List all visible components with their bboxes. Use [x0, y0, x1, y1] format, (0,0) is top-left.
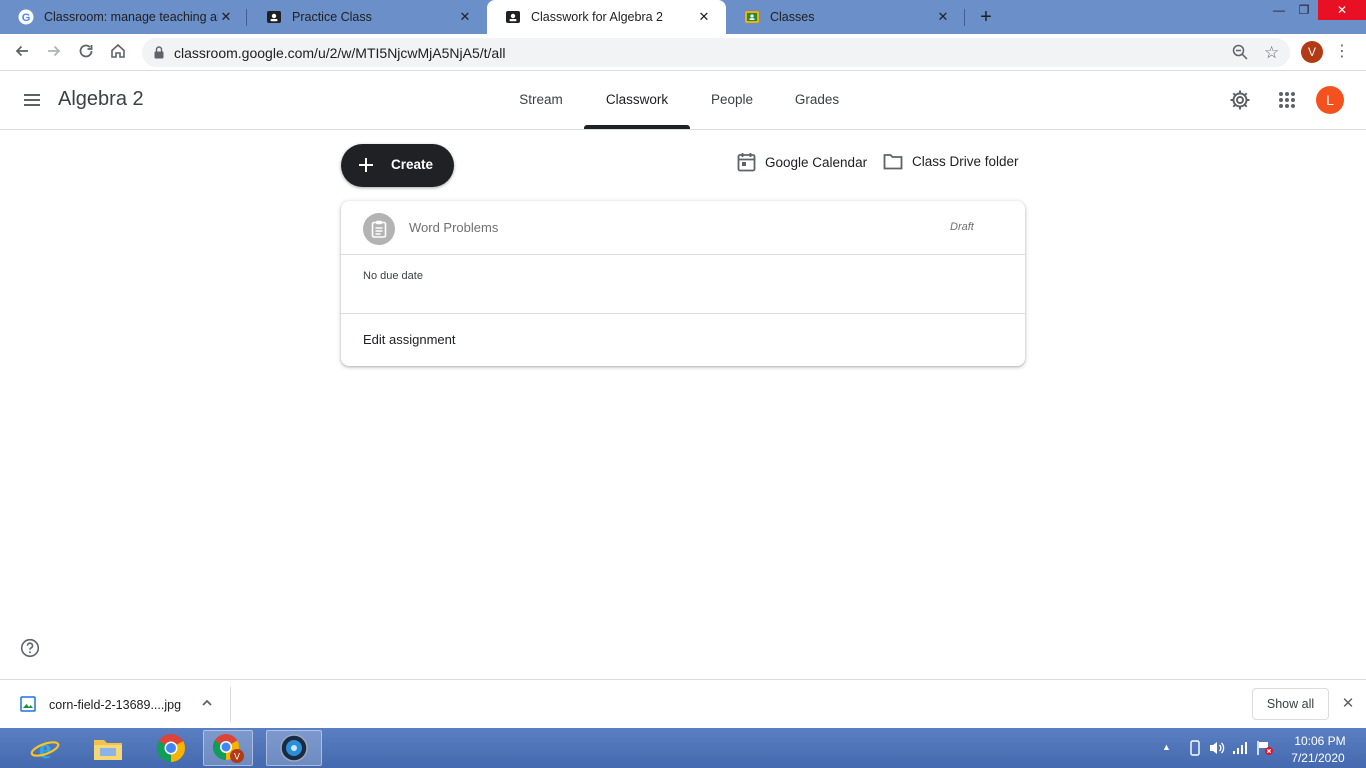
classroom-logo-icon: [744, 9, 760, 25]
tab-divider: [964, 9, 965, 26]
tab-people[interactable]: People: [698, 71, 766, 129]
zoom-magnifier-icon[interactable]: [1232, 44, 1248, 65]
chrome-icon[interactable]: [146, 730, 196, 766]
create-button-label: Create: [391, 157, 434, 172]
close-tab-icon[interactable]: ✕: [935, 9, 951, 25]
class-drive-folder-label: Class Drive folder: [912, 153, 1019, 169]
browser-profile-avatar[interactable]: V: [1301, 41, 1323, 63]
browser-tab-strip: G Classroom: manage teaching and ✕ Pract…: [0, 0, 1366, 34]
calendar-icon: [737, 153, 756, 172]
hamburger-menu-icon[interactable]: [22, 90, 42, 115]
downloads-bar: corn-field-2-13689....jpg Show all ✕: [0, 679, 1366, 728]
back-arrow-icon[interactable]: [12, 42, 32, 62]
google-calendar-label: Google Calendar: [765, 154, 868, 170]
browser-tab-title: Practice Class: [292, 10, 372, 24]
browser-tab-classwork[interactable]: Classwork for Algebra 2 ✕: [487, 0, 726, 34]
tab-classwork[interactable]: Classwork: [584, 71, 690, 129]
new-tab-button[interactable]: +: [976, 7, 996, 27]
create-button[interactable]: Create: [341, 144, 454, 187]
google-g-icon: G: [18, 9, 34, 25]
network-signal-icon[interactable]: [1232, 740, 1248, 761]
assignment-title: Word Problems: [409, 220, 499, 235]
class-drive-folder-link[interactable]: Class Drive folder: [883, 152, 1019, 170]
class-title[interactable]: Algebra 2: [58, 88, 144, 111]
download-file-name[interactable]: corn-field-2-13689....jpg: [49, 698, 181, 712]
classroom-badge-icon: [266, 9, 282, 25]
google-calendar-link[interactable]: Google Calendar: [737, 152, 867, 172]
assignment-card: Word Problems Draft No due date Edit ass…: [341, 201, 1025, 366]
browser-tab-classes[interactable]: Classes ✕: [726, 0, 965, 34]
restore-window-button[interactable]: ❐: [1293, 0, 1315, 20]
show-all-button[interactable]: Show all: [1252, 688, 1329, 720]
address-bar[interactable]: classroom.google.com/u/2/w/MTI5NjcwMjA5N…: [142, 38, 1290, 67]
svg-text:G: G: [22, 12, 31, 24]
chevron-up-icon[interactable]: [200, 696, 214, 715]
close-tab-icon[interactable]: ✕: [457, 9, 473, 25]
assignment-details: No due date: [341, 255, 1025, 314]
show-hidden-icons-icon[interactable]: ▲: [1162, 742, 1171, 752]
home-icon[interactable]: [108, 42, 128, 62]
tab-divider: [246, 9, 247, 26]
chrome-profile-v-icon[interactable]: V: [203, 730, 253, 766]
action-center-flag-icon[interactable]: [1256, 740, 1274, 761]
more-vertical-icon[interactable]: ⋮: [1334, 42, 1350, 62]
file-explorer-icon[interactable]: [83, 730, 133, 766]
forward-arrow-icon[interactable]: [44, 42, 64, 62]
url-text[interactable]: classroom.google.com/u/2/w/MTI5NjcwMjA5N…: [174, 45, 505, 61]
clock-time[interactable]: 10:06 PM: [1290, 734, 1350, 748]
svg-text:e: e: [39, 734, 51, 763]
browser-toolbar: classroom.google.com/u/2/w/MTI5NjcwMjA5N…: [0, 34, 1366, 71]
browser-tab-practice-class[interactable]: Practice Class ✕: [248, 0, 487, 34]
download-divider: [230, 687, 231, 722]
close-tab-icon[interactable]: ✕: [696, 9, 712, 25]
gear-icon[interactable]: [1228, 88, 1252, 117]
close-window-button[interactable]: ✕: [1318, 0, 1366, 20]
bookmark-star-icon[interactable]: ☆: [1264, 43, 1279, 63]
browser-tab-classroom-info[interactable]: G Classroom: manage teaching and ✕: [0, 0, 248, 34]
classroom-header: Algebra 2 Stream Classwork People Grades…: [0, 71, 1366, 130]
svg-text:V: V: [234, 752, 240, 762]
assignment-header[interactable]: Word Problems Draft: [341, 201, 1025, 255]
browser-tab-title: Classroom: manage teaching and: [44, 10, 218, 24]
help-question-icon[interactable]: [20, 638, 40, 663]
assignment-clipboard-icon: [363, 213, 395, 245]
image-file-icon[interactable]: [20, 696, 36, 717]
windows-taskbar: e V ▲ 10:06 PM 7/21/2020: [0, 728, 1366, 768]
edit-assignment-link[interactable]: Edit assignment: [363, 332, 456, 347]
browser-tab-title: Classwork for Algebra 2: [531, 10, 664, 24]
status-badge: Draft: [950, 221, 974, 233]
lock-icon[interactable]: [154, 46, 164, 64]
close-tab-icon[interactable]: ✕: [218, 9, 234, 25]
due-date-text: No due date: [363, 270, 423, 282]
tab-grades[interactable]: Grades: [781, 71, 853, 129]
media-player-icon[interactable]: [266, 730, 322, 766]
internet-explorer-icon[interactable]: e: [20, 730, 70, 766]
clock-date[interactable]: 7/21/2020: [1286, 751, 1350, 765]
volume-icon[interactable]: [1208, 740, 1226, 761]
account-avatar[interactable]: L: [1316, 86, 1344, 114]
tab-stream[interactable]: Stream: [505, 71, 577, 129]
classroom-badge-icon: [505, 9, 521, 25]
phone-icon[interactable]: [1190, 740, 1200, 761]
reload-icon[interactable]: [76, 42, 96, 62]
plus-icon: [357, 156, 375, 179]
apps-grid-icon[interactable]: [1278, 91, 1296, 114]
minimize-window-button[interactable]: —: [1268, 0, 1290, 20]
folder-icon: [883, 154, 903, 170]
selected-tab-indicator: [584, 125, 690, 129]
browser-tab-title: Classes: [770, 10, 815, 24]
close-icon[interactable]: ✕: [1340, 696, 1356, 712]
